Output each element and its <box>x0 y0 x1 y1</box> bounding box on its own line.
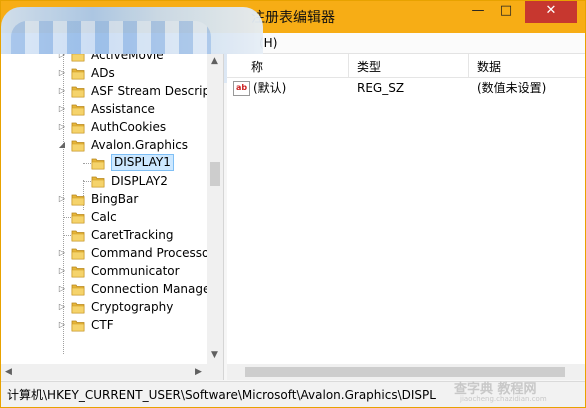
tree-item[interactable]: ▷ ActiveMovie <box>1 54 207 64</box>
values-pane: 称 类型 数据 ab (默认) REG_SZ (数值未设置) <box>227 54 585 380</box>
values-scroll-thumb[interactable] <box>245 367 565 377</box>
tree-item[interactable]: DISPLAY1 <box>1 154 207 172</box>
expand-arrow-icon[interactable]: ▷ <box>57 64 67 82</box>
tree-item-label: DISPLAY2 <box>111 174 168 188</box>
folder-icon <box>71 266 85 278</box>
value-data: (数值未设置) <box>477 81 547 95</box>
tree-item[interactable]: Calc <box>1 208 207 226</box>
watermark: 查字典 教程网 jiaocheng.chazidian.com <box>454 378 584 406</box>
tree-item[interactable]: ▷ CTF <box>1 316 207 334</box>
tree-item-label: Avalon.Graphics <box>91 138 189 152</box>
folder-icon <box>71 54 85 62</box>
close-button[interactable]: ✕ <box>525 1 577 23</box>
registry-editor-window: 注册表编辑器 — □ ✕ (H) ▷ ActiveMovie ▷ ADs ▷ ASF St… <box>0 0 586 408</box>
folder-icon <box>71 212 85 224</box>
scroll-up-arrow-icon[interactable]: ▲ <box>211 56 218 66</box>
status-path: 计算机\HKEY_CURRENT_USER\Software\Microsoft… <box>7 388 436 402</box>
values-header: 称 类型 数据 <box>227 54 585 78</box>
expand-arrow-icon[interactable]: ▷ <box>57 316 67 334</box>
value-name: (默认) <box>253 81 287 95</box>
expand-arrow-icon[interactable]: ▷ <box>57 280 67 298</box>
folder-icon <box>71 248 85 260</box>
expand-arrow-icon[interactable]: ▷ <box>57 298 67 316</box>
tree-item-label: DISPLAY1 <box>111 154 174 171</box>
tree-item-label: BingBar <box>91 192 139 206</box>
tree-item[interactable]: ▷ AuthCookies <box>1 118 207 136</box>
tree-item[interactable]: ▷ Connection Manage <box>1 280 207 298</box>
expand-arrow-icon[interactable]: ▷ <box>57 244 67 262</box>
folder-icon <box>91 158 105 170</box>
expand-arrow-icon[interactable]: ▷ <box>57 190 67 208</box>
folder-icon <box>71 122 85 134</box>
tree-item-label: CTF <box>91 318 114 332</box>
scroll-right-arrow-icon[interactable]: ▶ <box>195 367 202 377</box>
tree-item[interactable]: ▷ BingBar <box>1 190 207 208</box>
expand-arrow-icon[interactable]: ▷ <box>57 262 67 280</box>
expand-arrow-icon[interactable]: ▷ <box>57 54 67 64</box>
scroll-left-arrow-icon[interactable]: ◀ <box>5 367 12 377</box>
tree-item-label: ASF Stream Descrip <box>91 84 207 98</box>
folder-icon <box>71 230 85 242</box>
tree-item-label: Command Processo <box>91 246 207 260</box>
tree-item-label: Assistance <box>91 102 155 116</box>
expand-arrow-icon[interactable]: ▷ <box>57 118 67 136</box>
tree-item[interactable]: ▷ ADs <box>1 64 207 82</box>
string-value-icon: ab <box>233 81 250 96</box>
folder-icon <box>91 176 105 188</box>
folder-icon <box>71 68 85 80</box>
folder-icon <box>71 194 85 206</box>
folder-icon <box>71 86 85 98</box>
key-tree-pane: ▷ ActiveMovie ▷ ADs ▷ ASF Stream Descrip ▷ Assi… <box>1 54 224 380</box>
folder-icon <box>71 104 85 116</box>
value-type: REG_SZ <box>357 81 405 95</box>
tree-item[interactable]: CaretTracking <box>1 226 207 244</box>
watermark-url: jiaocheng.chazidian.com <box>460 395 547 403</box>
tree-item-label: Connection Manage <box>91 282 207 296</box>
tree-item-label: CaretTracking <box>91 228 174 242</box>
folder-icon <box>71 320 85 332</box>
value-row[interactable]: ab (默认) REG_SZ (数值未设置) <box>227 79 585 97</box>
tree-item-label: ActiveMovie <box>91 54 164 62</box>
column-data-header[interactable]: 数据 <box>477 58 501 75</box>
tree-item[interactable]: ▷ ASF Stream Descrip <box>1 82 207 100</box>
key-tree: ▷ ActiveMovie ▷ ADs ▷ ASF Stream Descrip ▷ Assi… <box>1 54 207 364</box>
tree-item-label: Cryptography <box>91 300 174 314</box>
tree-item[interactable]: ▷ Cryptography <box>1 298 207 316</box>
tree-item-label: ADs <box>91 66 115 80</box>
expand-arrow-icon[interactable]: ▷ <box>57 100 67 118</box>
tree-item[interactable]: ▷ Communicator <box>1 262 207 280</box>
expand-arrow-icon[interactable]: ◢ <box>57 136 67 154</box>
folder-icon <box>71 140 85 152</box>
tree-item[interactable]: DISPLAY2 <box>1 172 207 190</box>
tree-item-label: AuthCookies <box>91 120 167 134</box>
tree-vertical-scrollbar[interactable]: ▲ ▼ <box>207 54 223 364</box>
tree-item-label: Communicator <box>91 264 180 278</box>
folder-icon <box>71 284 85 296</box>
expand-arrow-icon[interactable]: ▷ <box>57 82 67 100</box>
tree-item[interactable]: ▷ Command Processo <box>1 244 207 262</box>
scroll-down-arrow-icon[interactable]: ▼ <box>211 350 218 360</box>
column-type-header[interactable]: 类型 <box>357 58 381 75</box>
tree-horizontal-scrollbar[interactable]: ◀ ▶ <box>1 364 223 380</box>
tree-item[interactable]: ▷ Assistance <box>1 100 207 118</box>
tree-scroll-thumb[interactable] <box>210 162 220 186</box>
tree-item-label: Calc <box>91 210 117 224</box>
minimize-button[interactable]: — <box>465 1 491 23</box>
tree-item[interactable]: ◢ Avalon.Graphics <box>1 136 207 154</box>
column-name-header[interactable]: 称 <box>251 58 263 75</box>
maximize-button[interactable]: □ <box>493 1 519 23</box>
folder-icon <box>71 302 85 314</box>
